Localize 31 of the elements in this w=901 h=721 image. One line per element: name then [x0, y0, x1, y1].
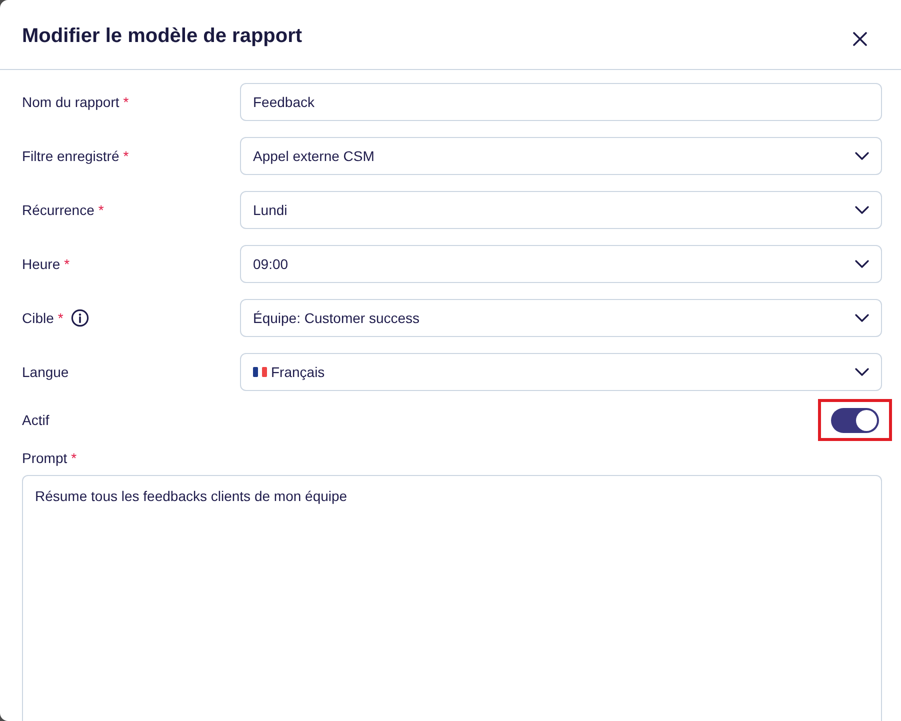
toggle-label: Actif [22, 410, 50, 430]
required-asterisk: * [123, 146, 129, 166]
prompt-field[interactable]: Résume tous les feedbacks clients de mon équipe [22, 475, 882, 721]
required-asterisk: * [58, 308, 64, 328]
required-asterisk: * [64, 254, 70, 274]
chevron-down-icon [855, 368, 869, 376]
required-asterisk: * [123, 92, 129, 112]
field-label: Heure [22, 254, 60, 274]
flag-icon [253, 367, 267, 377]
language-select-field[interactable]: Français [240, 353, 882, 391]
field-label: Nom du rapport [22, 92, 120, 112]
close-icon[interactable] [853, 32, 867, 46]
field-label: Cible [22, 308, 54, 328]
chevron-down-icon [855, 206, 869, 214]
select-field[interactable]: Appel externe CSM [240, 137, 882, 175]
select-field[interactable]: Lundi [240, 191, 882, 229]
required-asterisk: * [71, 449, 77, 468]
prompt-label: Prompt [22, 449, 68, 468]
chevron-down-icon [855, 260, 869, 268]
select-field[interactable]: Équipe: Customer success [240, 299, 882, 337]
toggle-switch[interactable] [831, 408, 879, 432]
dialog-title: Modifier le modèle de rapport [22, 24, 302, 49]
required-asterisk: * [98, 200, 104, 220]
info-icon[interactable] [71, 309, 90, 327]
chevron-down-icon [855, 152, 869, 160]
chevron-down-icon [855, 314, 869, 322]
field-label: Filtre enregistré [22, 146, 120, 166]
select-field[interactable]: 09:00 [240, 245, 882, 283]
field-label: Langue [22, 362, 69, 382]
field-label: Récurrence [22, 200, 94, 220]
text-field[interactable]: Feedback [240, 83, 882, 121]
